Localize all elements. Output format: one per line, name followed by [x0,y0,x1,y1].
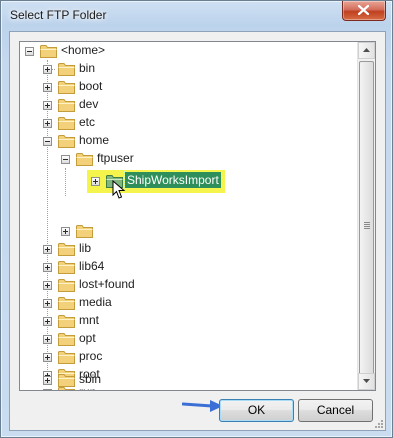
annotation-arrow-icon [182,400,223,412]
tree-node-ftpuser[interactable]: ftpuser [20,150,350,168]
expand-toggle[interactable] [43,245,52,254]
select-ftp-folder-dialog: Select FTP Folder <home> bin boot dev et… [0,0,393,438]
expand-toggle[interactable] [43,101,52,110]
tree-node-opt[interactable]: opt [20,330,350,348]
resize-grip-icon[interactable] [374,419,384,429]
tree-node-label: lost+found [79,277,135,291]
expand-toggle[interactable] [43,263,52,272]
tree-node-lib[interactable]: lib [20,240,350,258]
tree-node-label: opt [79,331,96,345]
collapse-toggle[interactable] [43,137,52,146]
expand-toggle[interactable] [43,353,52,362]
collapse-toggle[interactable] [61,155,70,164]
expand-toggle[interactable] [43,389,52,390]
expand-toggle[interactable] [43,83,52,92]
folder-icon [58,314,75,328]
tree-node-bin[interactable]: bin [20,60,350,78]
tree-node-shipworksimport[interactable]: ShipWorksImport [20,171,350,190]
tree-node-label: proc [79,349,103,363]
tree-node-lost-found[interactable]: lost+found [20,276,350,294]
close-x-icon [358,5,369,15]
folder-icon [58,134,75,148]
mouse-cursor-icon [112,180,126,199]
tree-node-sbin[interactable]: sbin [20,371,356,389]
arrow-up-icon [363,48,370,52]
tree-node-home[interactable]: home [20,132,350,150]
folder-icon [58,80,75,94]
folder-icon [58,98,75,112]
tree-node-label: ftpuser [97,151,134,165]
ok-button[interactable]: OK [219,399,294,422]
tree-node-label: etc [79,115,96,129]
folder-icon [76,224,93,238]
tree-node-label: lib [79,241,92,255]
title-bar[interactable]: Select FTP Folder [1,1,392,31]
expand-toggle[interactable] [43,376,52,385]
cancel-button[interactable]: Cancel [298,399,373,422]
close-button[interactable] [342,1,386,21]
folder-icon [40,44,57,58]
collapse-toggle[interactable] [25,47,34,56]
tree-node-lib64[interactable]: lib64 [20,258,350,276]
folder-icon [58,62,75,76]
expand-toggle[interactable] [43,281,52,290]
folder-icon [58,278,75,292]
tree-node-media[interactable]: media [20,294,350,312]
tree-node-label: <home> [61,43,106,57]
tree-node-label: mnt [79,313,100,327]
tree-node-proc[interactable]: proc [20,348,350,366]
tree-node-label: bin [79,61,96,75]
tree-node-label: lib64 [79,259,105,273]
folder-icon [58,373,75,387]
expand-toggle[interactable] [43,317,52,326]
scroll-down-button[interactable] [358,373,375,390]
tree-node-label: media [79,295,112,309]
folder-tree[interactable]: <home> bin boot dev etc home ftpuser Shi… [19,41,376,391]
tree-node-label: home [79,133,110,147]
expand-toggle[interactable] [91,177,100,186]
expand-toggle[interactable] [43,299,52,308]
folder-icon [58,242,75,256]
folder-icon [58,332,75,346]
dialog-body: <home> bin boot dev etc home ftpuser Shi… [9,31,386,431]
folder-icon [58,260,75,274]
folder-icon [58,116,75,130]
arrow-down-icon [363,379,370,383]
scroll-thumb[interactable] [359,61,374,389]
folder-icon [76,152,93,166]
folder-icon [58,350,75,364]
tree-content: <home> bin boot dev etc home ftpuser Shi… [20,42,357,390]
scroll-up-button[interactable] [358,42,375,59]
tree-node-boot[interactable]: boot [20,78,350,96]
tree-node-label: boot [79,79,103,93]
tree-node-etc[interactable]: etc [20,114,350,132]
tree-node-unnamed[interactable] [20,222,350,240]
expand-toggle[interactable] [43,119,52,128]
dialog-title: Select FTP Folder [10,8,107,22]
tree-node-label: dev [79,97,99,111]
expand-toggle[interactable] [43,335,52,344]
tree-node-root[interactable]: <home> [20,42,350,60]
tree-node-mnt[interactable]: mnt [20,312,350,330]
expand-toggle[interactable] [43,65,52,74]
folder-icon [58,296,75,310]
tree-node-dev[interactable]: dev [20,96,350,114]
expand-toggle[interactable] [61,227,70,236]
tree-node-label: sbin [79,372,102,386]
vertical-scrollbar[interactable] [357,42,375,390]
tree-node-label-selected: ShipWorksImport [124,171,222,189]
